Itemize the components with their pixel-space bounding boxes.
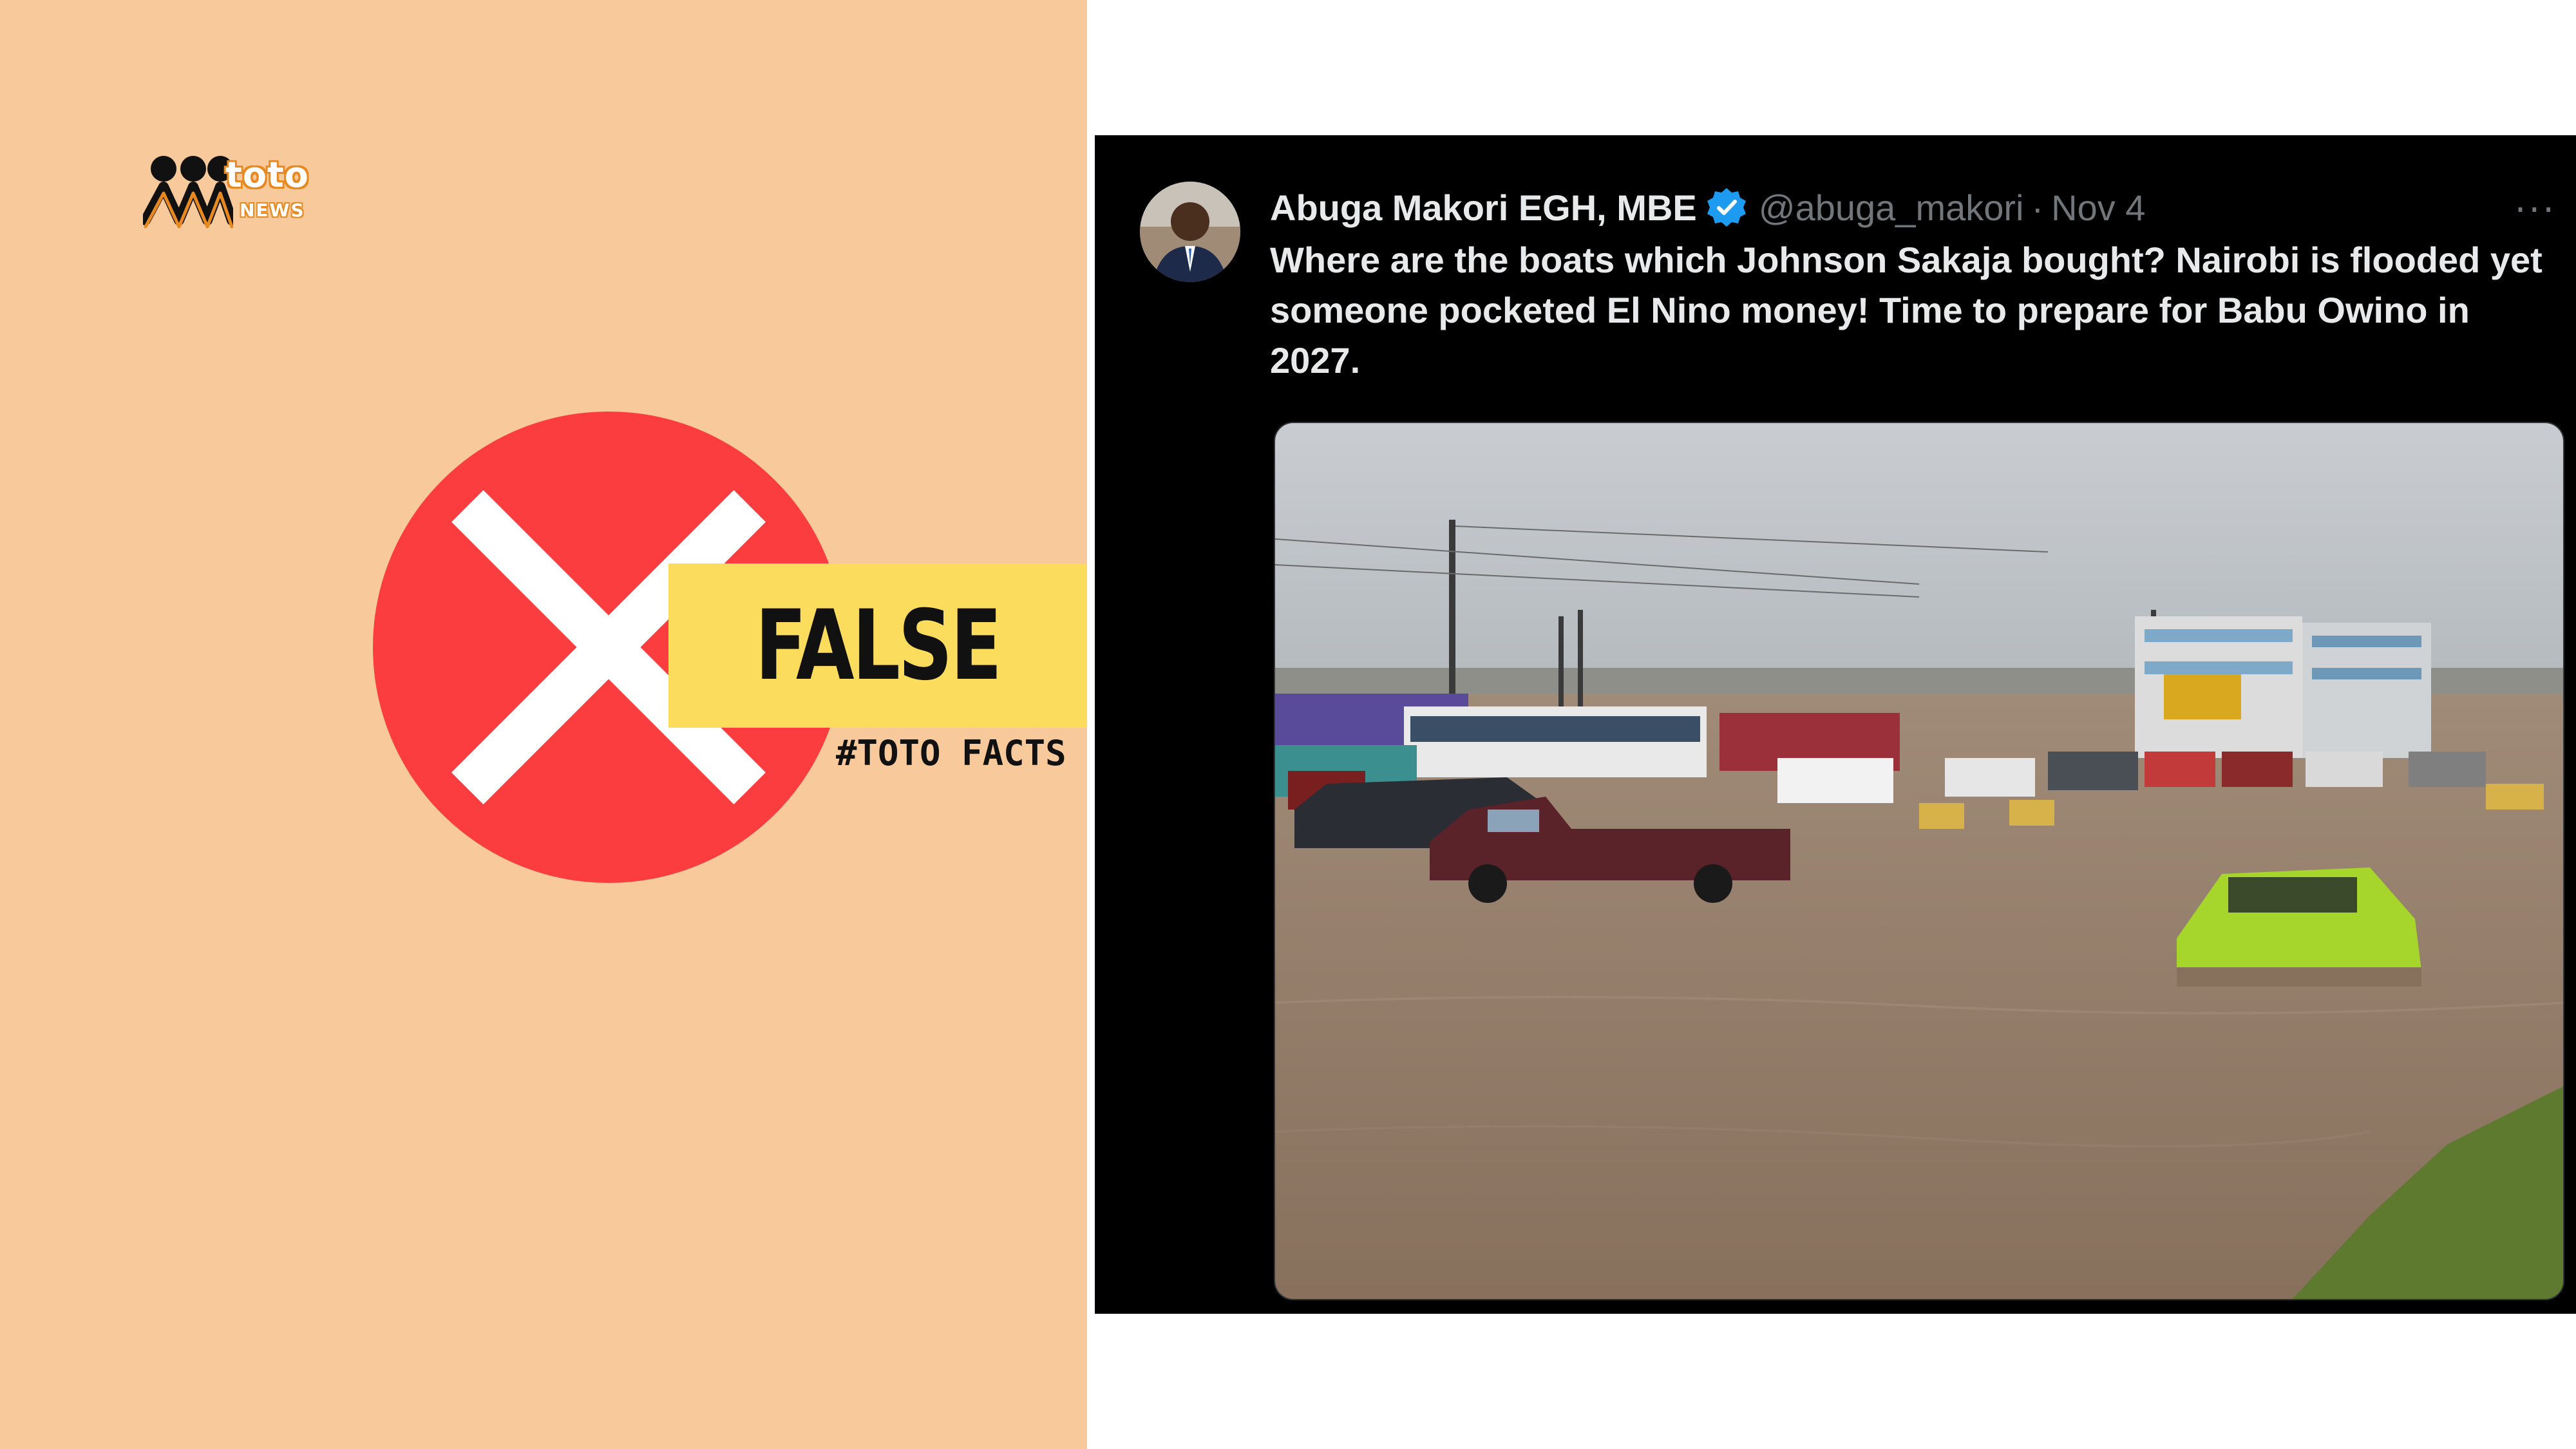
tweet-date[interactable]: Nov 4 <box>2051 187 2145 229</box>
false-verdict-label: FALSE <box>668 564 1087 728</box>
logo-wordmark: toto <box>225 155 309 195</box>
toto-news-logo: toto NEWS <box>140 149 336 246</box>
author-handle[interactable]: @abuga_makori <box>1759 187 2024 229</box>
author-name[interactable]: Abuga Makori EGH, MBE <box>1270 187 1697 229</box>
logo-subtitle: NEWS <box>240 200 305 221</box>
tweet-text: Where are the boats which Johnson Sakaja… <box>1270 240 2543 381</box>
person-photo-icon <box>1140 182 1240 282</box>
verified-badge-icon <box>1707 188 1746 227</box>
toto-facts-hashtag: #TOTO FACTS <box>836 733 1066 773</box>
false-verdict-text: FALSE <box>755 589 1002 702</box>
verdict-panel: toto NEWS FALSE #TOTO FACTS <box>0 0 1087 1449</box>
separator-dot: · <box>2031 187 2044 228</box>
flooded-street-photo[interactable] <box>1274 422 2564 1300</box>
tweet-header: Abuga Makori EGH, MBE @abuga_makori · No… <box>1270 182 2145 233</box>
author-avatar[interactable] <box>1140 182 1240 282</box>
people-logo-icon <box>140 156 237 229</box>
tweet-screenshot: Abuga Makori EGH, MBE @abuga_makori · No… <box>1095 135 2576 1314</box>
flood-scene-image <box>1275 423 2563 1299</box>
more-options-icon[interactable]: ··· <box>2515 189 2557 231</box>
